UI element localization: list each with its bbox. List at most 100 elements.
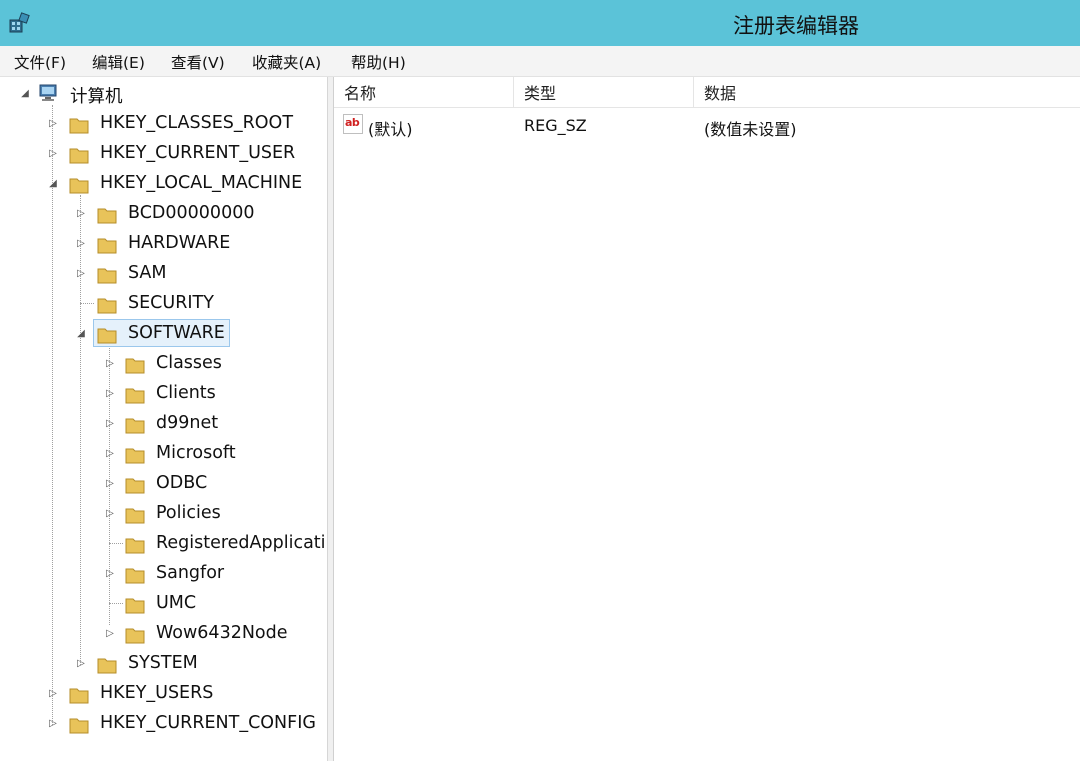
tree-node-security[interactable]: SECURITY: [0, 289, 320, 319]
tree-node-label: Policies: [156, 503, 221, 523]
menu-help[interactable]: 帮助(H): [351, 51, 406, 73]
folder-icon: [97, 298, 117, 314]
computer-icon: [39, 84, 57, 101]
folder-icon: [97, 658, 117, 674]
menu-favorites[interactable]: 收藏夹(A): [252, 51, 321, 73]
column-header-name[interactable]: 名称: [334, 77, 514, 108]
tree-node-hkey-users[interactable]: ▷ HKEY_USERS: [0, 679, 320, 709]
expand-arrow-icon[interactable]: ▷: [105, 507, 115, 521]
value-data: (数值未设置): [704, 120, 797, 139]
tree-node-label: Classes: [156, 353, 222, 373]
column-header-data[interactable]: 数据: [694, 77, 1080, 108]
tree-node-label: HKEY_CURRENT_USER: [100, 143, 296, 163]
tree-node-label: UMC: [156, 593, 197, 613]
tree-node-label: Clients: [156, 383, 216, 403]
tree-node-label: HKEY_CLASSES_ROOT: [100, 113, 294, 133]
expand-arrow-icon[interactable]: ▷: [48, 147, 58, 161]
tree-node-label: HKEY_LOCAL_MACHINE: [100, 173, 303, 193]
tree-node-label: SOFTWARE: [128, 323, 225, 343]
title-bar: 注册表编辑器: [0, 0, 1080, 46]
expand-arrow-icon[interactable]: ▷: [76, 237, 86, 251]
menu-edit[interactable]: 编辑(E): [92, 51, 145, 73]
tree-node-wow6432node[interactable]: ▷ Wow6432Node: [0, 619, 320, 649]
registry-tree[interactable]: ◢ 计算机 ▷ HKEY_CLASSES_ROOT ▷ HKEY_CURRENT…: [0, 77, 328, 761]
regedit-app-icon[interactable]: [8, 12, 30, 34]
tree-node-label: 计算机: [70, 87, 123, 107]
folder-icon: [125, 568, 145, 584]
tree-node-label: Microsoft: [156, 443, 236, 463]
tree-node-hardware[interactable]: ▷ HARDWARE: [0, 229, 320, 259]
folder-icon: [125, 598, 145, 614]
menu-file[interactable]: 文件(F): [14, 51, 66, 73]
folder-icon: [125, 508, 145, 524]
tree-node-microsoft[interactable]: ▷ Microsoft: [0, 439, 320, 469]
tree-node-hkey-current-config[interactable]: ▷ HKEY_CURRENT_CONFIG: [0, 709, 327, 739]
expand-arrow-icon[interactable]: ▷: [76, 207, 86, 221]
window-title: 注册表编辑器: [733, 14, 859, 38]
expand-arrow-icon[interactable]: ▷: [105, 357, 115, 371]
expand-arrow-icon[interactable]: ▷: [76, 267, 86, 281]
tree-node-sam[interactable]: ▷ SAM: [0, 259, 320, 289]
value-row[interactable]: ab (默认) REG_SZ (数值未设置): [334, 110, 1080, 139]
folder-open-icon: [69, 178, 89, 194]
expand-arrow-icon[interactable]: ▷: [76, 657, 86, 671]
tree-node-hkey-classes-root[interactable]: ▷ HKEY_CLASSES_ROOT: [0, 109, 320, 139]
tree-node-bcd00000000[interactable]: ▷ BCD00000000: [0, 199, 320, 229]
tree-node-software[interactable]: ◢ SOFTWARE: [0, 319, 320, 349]
expand-arrow-icon[interactable]: ▷: [105, 567, 115, 581]
expand-arrow-icon[interactable]: ▷: [105, 387, 115, 401]
collapse-arrow-icon[interactable]: ◢: [20, 87, 30, 101]
folder-icon: [69, 148, 89, 164]
expand-arrow-icon[interactable]: ▷: [105, 627, 115, 641]
tree-node-label: HKEY_USERS: [100, 683, 214, 703]
folder-icon: [97, 208, 117, 224]
tree-node-label: RegisteredApplicati: [156, 533, 326, 553]
folder-icon: [125, 628, 145, 644]
tree-node-classes[interactable]: ▷ Classes: [0, 349, 320, 379]
value-name: (默认): [368, 120, 413, 139]
expand-arrow-icon[interactable]: ▷: [48, 687, 58, 701]
folder-icon: [69, 688, 89, 704]
folder-icon: [125, 418, 145, 434]
folder-icon: [69, 118, 89, 134]
values-list[interactable]: 名称 类型 数据 ab (默认) REG_SZ (数值未设置): [334, 77, 1080, 761]
tree-node-hkey-current-user[interactable]: ▷ HKEY_CURRENT_USER: [0, 139, 320, 169]
expand-arrow-icon[interactable]: ▷: [105, 417, 115, 431]
folder-icon: [69, 718, 89, 734]
collapse-arrow-icon[interactable]: ◢: [76, 327, 86, 341]
tree-node-label: SAM: [128, 263, 167, 283]
tree-node-label: HKEY_CURRENT_CONFIG: [100, 713, 316, 733]
menu-bar: 文件(F) 编辑(E) 查看(V) 收藏夹(A) 帮助(H): [0, 46, 1080, 77]
tree-node-label: BCD00000000: [128, 203, 255, 223]
tree-node-hkey-local-machine[interactable]: ◢ HKEY_LOCAL_MACHINE: [0, 169, 320, 199]
tree-node-sangfor[interactable]: ▷ Sangfor: [0, 559, 320, 589]
tree-node-label: HARDWARE: [128, 233, 231, 253]
tree-node-policies[interactable]: ▷ Policies: [0, 499, 320, 529]
folder-icon: [97, 268, 117, 284]
collapse-arrow-icon[interactable]: ◢: [48, 177, 58, 191]
tree-node-clients[interactable]: ▷ Clients: [0, 379, 320, 409]
expand-arrow-icon[interactable]: ▷: [48, 117, 58, 131]
folder-icon: [125, 358, 145, 374]
folder-icon: [125, 388, 145, 404]
tree-node-label: Wow6432Node: [156, 623, 288, 643]
tree-node-label: d99net: [156, 413, 219, 433]
tree-node-label: SYSTEM: [128, 653, 198, 673]
expand-arrow-icon[interactable]: ▷: [105, 447, 115, 461]
folder-icon: [125, 478, 145, 494]
tree-node-computer[interactable]: ◢ 计算机: [0, 79, 320, 109]
expand-arrow-icon[interactable]: ▷: [105, 477, 115, 491]
expand-arrow-icon[interactable]: ▷: [48, 717, 58, 731]
tree-node-umc[interactable]: UMC: [0, 589, 320, 619]
tree-node-system[interactable]: ▷ SYSTEM: [0, 649, 320, 679]
tree-node-registeredapplications[interactable]: RegisteredApplicati: [0, 529, 327, 559]
value-type: REG_SZ: [524, 116, 587, 135]
tree-node-d99net[interactable]: ▷ d99net: [0, 409, 320, 439]
tree-node-label: ODBC: [156, 473, 208, 493]
tree-node-odbc[interactable]: ▷ ODBC: [0, 469, 320, 499]
folder-icon: [97, 238, 117, 254]
tree-node-label: Sangfor: [156, 563, 225, 583]
menu-view[interactable]: 查看(V): [171, 51, 225, 73]
column-header-type[interactable]: 类型: [514, 77, 694, 108]
reg-sz-icon: ab: [343, 114, 363, 134]
